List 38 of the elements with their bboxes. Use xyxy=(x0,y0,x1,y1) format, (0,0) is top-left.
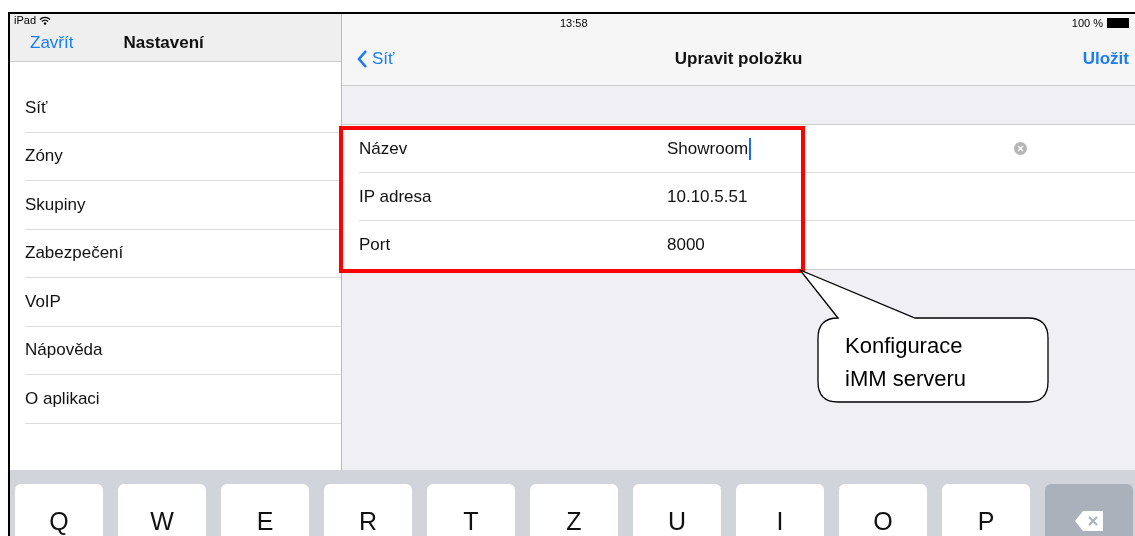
back-button[interactable]: Síť xyxy=(357,48,395,69)
input-field[interactable]: 8000 xyxy=(667,235,705,255)
chevron-left-icon xyxy=(357,49,368,68)
clear-icon[interactable] xyxy=(1014,142,1027,155)
settings-item[interactable]: O aplikaci xyxy=(25,375,341,424)
save-button[interactable]: Uložit xyxy=(1082,48,1129,69)
input-field[interactable]: Showroom xyxy=(667,138,749,159)
settings-item[interactable]: Síť xyxy=(25,84,341,133)
input-field[interactable]: 10.10.5.51 xyxy=(667,186,748,207)
settings-item[interactable]: Nápověda xyxy=(25,326,341,375)
keyboard-key[interactable]: P xyxy=(942,484,1030,536)
battery-percent: 100 % xyxy=(1071,17,1103,29)
backspace-icon xyxy=(1074,510,1104,532)
close-button[interactable]: Zavřít xyxy=(30,33,74,53)
settings-item[interactable]: Zabezpečení xyxy=(25,229,341,278)
keyboard-key[interactable]: I xyxy=(736,484,824,536)
settings-item[interactable]: Skupiny xyxy=(25,181,341,230)
keyboard-key[interactable]: Q xyxy=(15,484,103,536)
keyboard-key[interactable]: R xyxy=(324,484,412,536)
keyboard-key[interactable]: O xyxy=(839,484,927,536)
field-label: Port xyxy=(359,235,392,255)
keyboard-key[interactable]: U xyxy=(633,484,721,536)
field-label: IP adresa xyxy=(359,186,433,207)
sidebar-title: Nastavení xyxy=(123,33,204,53)
field-label: Název xyxy=(359,138,409,159)
settings-item[interactable]: VoIP xyxy=(25,278,341,327)
page-title: Upravit položku xyxy=(674,48,803,69)
battery-icon xyxy=(1107,18,1129,28)
keyboard-key[interactable]: T xyxy=(427,484,515,536)
device-name: iPad xyxy=(14,14,37,26)
wifi-icon xyxy=(39,15,52,25)
keyboard-key[interactable]: Z xyxy=(530,484,618,536)
keyboard-key[interactable]: W xyxy=(118,484,206,536)
backspace-key[interactable] xyxy=(1045,484,1133,536)
keyboard-key[interactable]: E xyxy=(221,484,309,536)
settings-item[interactable]: Zóny xyxy=(25,132,341,181)
callout-text: Konfigurace iMM serveru xyxy=(845,332,966,393)
status-time: 13:58 xyxy=(560,17,588,29)
